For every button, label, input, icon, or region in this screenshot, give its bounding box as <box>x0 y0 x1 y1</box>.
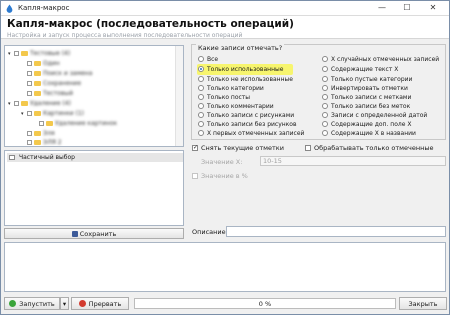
value-percent-checkbox[interactable]: Значение в % <box>192 172 248 180</box>
radio-extra-field[interactable]: Содержащие доп. поле X <box>322 121 411 129</box>
page-subtitle: Настройка и запуск процесса выполнения п… <box>7 32 243 39</box>
close-window-button[interactable]: ✕ <box>422 1 444 15</box>
process-marked-checkbox[interactable]: Обрабатывать только отмеченные <box>305 144 434 152</box>
checkbox-icon[interactable] <box>27 111 32 116</box>
tree-node[interactable]: ▾ Тестовые (4) <box>8 49 70 58</box>
stop-button[interactable]: Прервать <box>71 297 129 310</box>
main-window: Капля-макрос — ☐ ✕ Капля-макрос (последо… <box>0 0 450 315</box>
footer-bar: Запустить ▾ Прервать 0 % Закрыть <box>1 295 449 315</box>
close-button[interactable]: Закрыть <box>399 297 447 310</box>
checkbox-icon[interactable] <box>27 140 32 145</box>
window-title: Капля-макрос <box>18 4 70 12</box>
radio-contains-text[interactable]: Содержащие текст X <box>322 66 398 74</box>
title-bar: Капля-макрос — ☐ ✕ <box>1 1 449 16</box>
checkbox-icon[interactable] <box>27 61 32 66</box>
stop-icon <box>78 300 86 307</box>
radio-without-tags[interactable]: Только записи без меток <box>322 103 410 111</box>
radio-without-images[interactable]: Только записи без рисунков <box>198 121 297 129</box>
tree-node[interactable]: Один <box>27 59 60 68</box>
folder-icon <box>21 101 28 106</box>
description-input[interactable] <box>226 226 446 237</box>
radio-with-tags[interactable]: Только записи с метками <box>322 94 411 102</box>
radio-categories-only[interactable]: Только категории <box>198 85 264 93</box>
tree-node[interactable]: ▾ Удаление (4) <box>8 99 71 108</box>
checkbox-icon[interactable] <box>27 91 32 96</box>
folder-icon <box>34 71 41 76</box>
progress-bar: 0 % <box>134 298 396 309</box>
floppy-icon <box>71 231 78 237</box>
value-x-label: Значение X: <box>201 158 243 166</box>
checkbox-icon[interactable] <box>27 71 32 76</box>
radio-comments-only[interactable]: Только комментарии <box>198 103 274 111</box>
folder-icon <box>34 140 41 145</box>
checkbox-icon[interactable] <box>39 121 44 126</box>
checkbox-icon[interactable] <box>27 81 32 86</box>
list-item[interactable]: Частичный выбор <box>7 153 183 162</box>
radio-x-in-title[interactable]: Содержащие X в названии <box>322 130 416 138</box>
radio-posts-only[interactable]: Только посты <box>198 94 250 102</box>
folder-icon <box>34 111 41 116</box>
app-drop-icon <box>6 4 13 13</box>
tree-scrollbar[interactable] <box>175 46 183 146</box>
page-header: Капля-макрос (последовательность операци… <box>1 16 449 39</box>
radio-all[interactable]: Все <box>198 56 218 64</box>
folder-icon <box>34 61 41 66</box>
checkbox-icon[interactable] <box>14 51 19 56</box>
tree-node[interactable]: Тестовый <box>27 89 73 98</box>
folder-icon <box>21 51 28 56</box>
save-button[interactable]: Сохранить <box>4 228 184 239</box>
radio-first-x[interactable]: X первых отмеченных записей <box>198 130 304 138</box>
checkbox-icon[interactable] <box>27 131 32 136</box>
tree-node[interactable]: Эля <box>27 129 55 138</box>
radio-unused-only[interactable]: Только не использованные <box>198 76 293 84</box>
run-dropdown-button[interactable]: ▾ <box>60 297 69 310</box>
tree-node[interactable]: ЭЛЯ 2 <box>27 138 62 146</box>
log-area[interactable] <box>4 242 446 292</box>
radio-random-x[interactable]: X случайных отмеченных записей <box>322 56 439 64</box>
tree-node[interactable]: Удаление картинок <box>39 119 117 128</box>
description-label: Описание: <box>192 228 228 236</box>
radio-specific-date[interactable]: Записи с определенной датой <box>322 112 427 120</box>
radio-used-only[interactable]: Только использованные <box>198 66 283 74</box>
play-icon <box>9 300 17 307</box>
selection-list[interactable]: Частичный выбор <box>4 150 184 226</box>
document-icon <box>9 155 15 160</box>
page-title: Капля-макрос (последовательность операци… <box>7 18 294 30</box>
run-button[interactable]: Запустить <box>4 297 60 310</box>
radio-empty-categories[interactable]: Только пустые категории <box>322 76 412 84</box>
macro-tree[interactable]: ▾ Тестовые (4) Один Поиск и замена Сохран… <box>4 45 184 147</box>
folder-icon <box>34 131 41 136</box>
records-group-title: Какие записи отмечать? <box>196 44 285 52</box>
chevron-down-icon: ▾ <box>62 300 67 308</box>
checkbox-icon[interactable] <box>14 101 19 106</box>
radio-with-images[interactable]: Только записи с рисунками <box>198 112 294 120</box>
folder-icon <box>34 81 41 86</box>
value-x-input[interactable]: 10-15 <box>260 156 446 166</box>
maximize-button[interactable]: ☐ <box>396 1 418 15</box>
tree-node[interactable]: Поиск и замена <box>27 69 92 78</box>
folder-icon <box>46 121 53 126</box>
folder-icon <box>34 91 41 96</box>
reset-marks-checkbox[interactable]: Снять текущие отметки <box>192 144 284 152</box>
minimize-button[interactable]: — <box>371 1 393 15</box>
tree-node[interactable]: Сохранение <box>27 79 81 88</box>
tree-node[interactable]: ▾ Картинки (1) <box>21 109 84 118</box>
radio-invert-marks[interactable]: Инвертировать отметки <box>322 85 408 93</box>
